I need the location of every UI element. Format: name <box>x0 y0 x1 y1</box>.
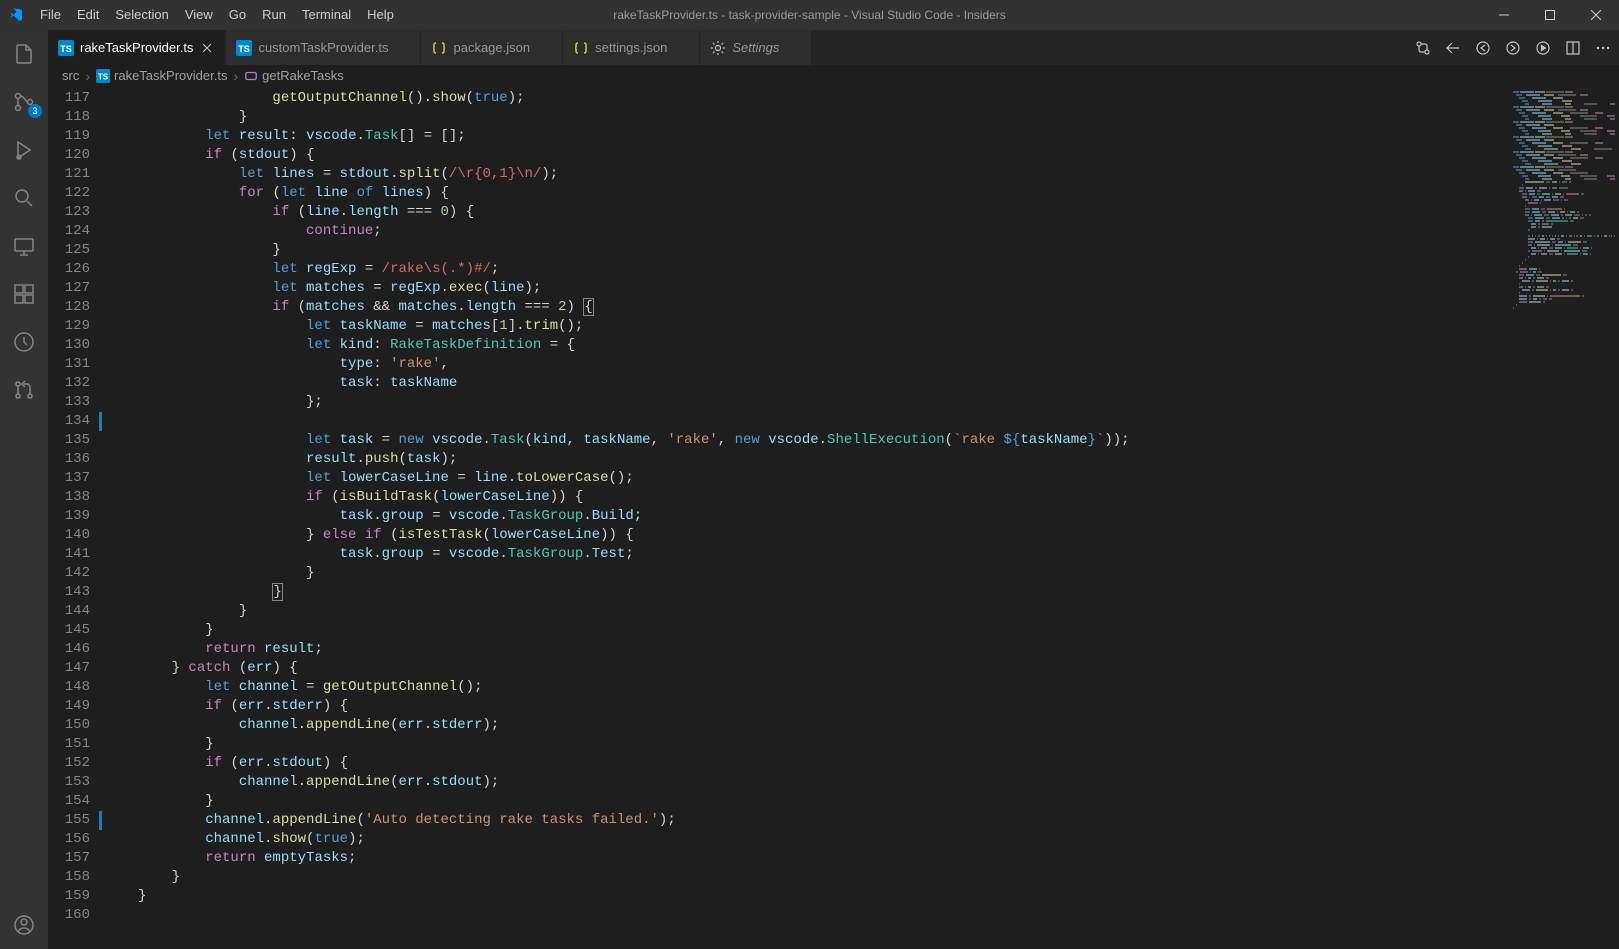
tab-label: package.json <box>453 40 530 55</box>
window-title: rakeTaskProvider.ts - task-provider-samp… <box>613 8 1006 22</box>
activity-search[interactable] <box>0 174 48 222</box>
tab-label: rakeTaskProvider.ts <box>80 40 193 55</box>
maximize-button[interactable] <box>1527 0 1573 30</box>
tab-customtaskprovider-ts[interactable]: TS customTaskProvider.ts <box>226 30 421 65</box>
chevron-right-icon: › <box>83 68 92 84</box>
menu-go[interactable]: Go <box>221 0 254 30</box>
minimize-button[interactable] <box>1481 0 1527 30</box>
svg-text:TS: TS <box>239 44 251 54</box>
ts-file-icon: TS <box>58 40 74 56</box>
close-button[interactable] <box>1573 0 1619 30</box>
next-change-icon[interactable] <box>1505 40 1521 56</box>
scm-badge: 3 <box>28 104 42 118</box>
menu-edit[interactable]: Edit <box>69 0 107 30</box>
breadcrumb-file[interactable]: TS rakeTaskProvider.ts <box>96 68 227 83</box>
breadcrumb-symbol[interactable]: getRakeTasks <box>244 68 344 83</box>
svg-text:TS: TS <box>98 72 108 81</box>
gear-file-icon <box>710 40 726 56</box>
tab-label: Settings <box>732 40 779 55</box>
tab-settings-json[interactable]: settings.json <box>563 30 700 65</box>
compare-changes-icon[interactable] <box>1415 40 1431 56</box>
tab-package-json[interactable]: package.json <box>421 30 563 65</box>
activity-run[interactable] <box>0 126 48 174</box>
tab-raketaskprovider-ts[interactable]: TS rakeTaskProvider.ts <box>48 30 226 65</box>
menu-help[interactable]: Help <box>359 0 402 30</box>
activity-pull-requests[interactable] <box>0 366 48 414</box>
tab-label: settings.json <box>595 40 667 55</box>
menu-file[interactable]: File <box>32 0 69 30</box>
activity-scm[interactable]: 3 <box>0 78 48 126</box>
menu-view[interactable]: View <box>177 0 221 30</box>
activity-bar: 3 <box>0 30 48 949</box>
breadcrumbs[interactable]: src › TS rakeTaskProvider.ts › getRakeTa… <box>48 65 1619 87</box>
ts-file-icon: TS <box>236 40 252 56</box>
go-back-icon[interactable] <box>1445 40 1461 56</box>
split-editor-icon[interactable] <box>1565 40 1581 56</box>
more-actions-icon[interactable] <box>1595 40 1611 56</box>
vscode-icon <box>8 7 24 23</box>
editor-code[interactable]: getOutputChannel().show(true); } let res… <box>108 87 1509 949</box>
json-file-icon <box>431 40 447 56</box>
activity-timeline[interactable] <box>0 318 48 366</box>
breadcrumb-folder[interactable]: src <box>62 68 79 83</box>
activity-remote[interactable] <box>0 222 48 270</box>
tab-label: customTaskProvider.ts <box>258 40 388 55</box>
menu-selection[interactable]: Selection <box>107 0 176 30</box>
menu-terminal[interactable]: Terminal <box>294 0 359 30</box>
titlebar: FileEditSelectionViewGoRunTerminalHelp r… <box>0 0 1619 30</box>
activity-accounts[interactable] <box>0 901 48 949</box>
menu-run[interactable]: Run <box>254 0 294 30</box>
activity-extensions[interactable] <box>0 270 48 318</box>
menubar: FileEditSelectionViewGoRunTerminalHelp <box>32 0 402 30</box>
activity-explorer[interactable] <box>0 30 48 78</box>
tab-settings[interactable]: Settings <box>700 30 812 65</box>
prev-change-icon[interactable] <box>1475 40 1491 56</box>
svg-text:TS: TS <box>60 44 72 54</box>
run-icon[interactable] <box>1535 40 1551 56</box>
json-file-icon <box>573 40 589 56</box>
minimap[interactable] <box>1509 87 1619 949</box>
close-icon[interactable] <box>199 40 215 56</box>
chevron-right-icon: › <box>231 68 240 84</box>
line-numbers: 1171181191201211221231241251261271281291… <box>48 87 108 949</box>
tabs: TS rakeTaskProvider.ts TS customTaskProvide… <box>48 30 1619 65</box>
